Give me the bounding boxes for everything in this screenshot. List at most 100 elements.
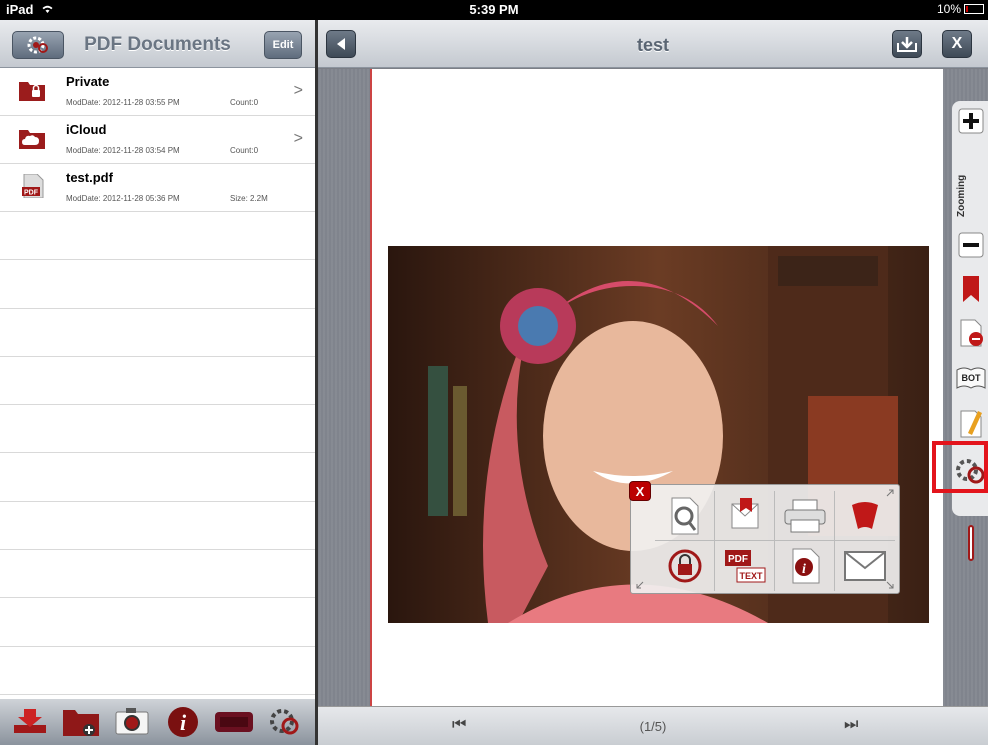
list-item-test-pdf[interactable]: PDF test.pdf ModDate: 2012-11-28 05:36 P… — [0, 164, 315, 212]
bookmark-button[interactable] — [954, 272, 988, 306]
bookmark-open-button[interactable] — [835, 491, 895, 541]
popup-grid: PDF TEXT i — [655, 491, 895, 591]
pdf-file-icon: PDF — [22, 174, 44, 198]
gear-icon — [270, 709, 299, 735]
search-icon — [671, 497, 698, 534]
document-area — [318, 69, 988, 706]
save-button[interactable] — [892, 30, 922, 58]
edit-button[interactable]: Edit — [264, 31, 302, 59]
import-button[interactable] — [8, 704, 52, 740]
status-bar: iPad 5:39 PM 10% — [0, 0, 988, 20]
viewer-navbar: test X — [318, 20, 988, 68]
bookmark-mail-icon — [731, 497, 758, 528]
file-date: ModDate: 2012-11-28 05:36 PM — [66, 194, 180, 203]
file-name: iCloud — [66, 122, 107, 137]
annotation-button[interactable] — [954, 316, 988, 350]
pdf-label: PDF — [728, 554, 748, 565]
battery-indicator: 10% — [937, 2, 984, 16]
print-icon — [784, 499, 825, 532]
camera-icon — [115, 708, 149, 735]
viewer-panel: test X Zooming BOT ⏮ (1/5) ⏭ — [318, 20, 988, 745]
cloud-folder-icon — [19, 130, 45, 149]
info-popup-button[interactable]: i — [775, 541, 835, 591]
file-size: Size: 2.2M — [230, 194, 268, 203]
zoom-in-button[interactable] — [954, 104, 988, 138]
zoom-label: Zooming — [956, 174, 967, 218]
empty-row — [0, 647, 315, 695]
email-icon — [844, 551, 886, 581]
file-name: test.pdf — [66, 170, 113, 185]
svg-text:i: i — [802, 562, 806, 577]
file-count: Count:0 — [230, 98, 259, 107]
empty-row — [0, 598, 315, 647]
pdf-to-text-icon: PDF TEXT — [724, 550, 765, 583]
settings-tab-button[interactable] — [263, 704, 307, 740]
new-folder-icon — [62, 710, 99, 736]
left-toolbar: i — [0, 699, 315, 745]
bot-label: BOT — [962, 373, 982, 383]
keyboard-icon — [215, 712, 254, 732]
left-navbar: PDF Documents Edit — [0, 20, 315, 68]
lock-button[interactable] — [655, 541, 715, 591]
side-toolbar: Zooming BOT — [942, 76, 988, 666]
tools-popup-menu: X PDF TEXT i — [629, 481, 900, 594]
note-icon — [960, 319, 983, 347]
pdf-to-text-button[interactable]: PDF TEXT — [715, 541, 775, 591]
file-list: Private ModDate: 2012-11-28 03:55 PM Cou… — [0, 68, 315, 695]
empty-row — [0, 405, 315, 454]
edit-pencil-button[interactable] — [954, 406, 988, 440]
list-item-icloud[interactable]: iCloud ModDate: 2012-11-28 03:54 PM Coun… — [0, 116, 315, 164]
list-item-private[interactable]: Private ModDate: 2012-11-28 03:55 PM Cou… — [0, 68, 315, 116]
print-button[interactable] — [775, 491, 835, 541]
locked-folder-icon — [19, 82, 45, 101]
search-button[interactable] — [655, 491, 715, 541]
info-icon: i — [168, 707, 199, 737]
document-title: test — [636, 35, 669, 55]
empty-row — [0, 453, 315, 502]
file-count: Count:0 — [230, 146, 259, 155]
status-time: 5:39 PM — [469, 2, 519, 17]
pencil-icon — [960, 410, 982, 438]
popup-close-button[interactable]: X — [629, 481, 651, 501]
info-button[interactable]: i — [161, 704, 205, 740]
close-button[interactable]: X — [942, 30, 972, 58]
last-page-button[interactable]: ⏭ — [844, 716, 858, 734]
email-button[interactable] — [835, 541, 895, 591]
svg-text:i: i — [180, 710, 187, 735]
battery-icon — [964, 4, 984, 14]
lock-icon — [668, 549, 701, 583]
empty-row — [0, 550, 315, 599]
resize-corner-icon — [636, 581, 644, 589]
svg-text:PDF: PDF — [24, 190, 39, 197]
file-date: ModDate: 2012-11-28 03:54 PM — [66, 146, 180, 155]
zoom-out-button[interactable] — [954, 228, 988, 262]
empty-row — [0, 212, 315, 261]
empty-row — [0, 357, 315, 406]
empty-row — [0, 502, 315, 551]
plus-icon — [958, 108, 984, 134]
keyboard-button[interactable] — [212, 704, 256, 740]
pdf-page[interactable] — [370, 69, 943, 706]
camera-button[interactable] — [110, 704, 154, 740]
highlight-box — [932, 441, 988, 493]
bot-button[interactable]: BOT — [954, 361, 988, 395]
empty-row — [0, 260, 315, 309]
page-navigation-bar: ⏮ (1/5) ⏭ — [318, 706, 988, 745]
document-list-panel: PDF Documents Edit Private ModDate: 2012… — [0, 20, 315, 745]
book-icon: BOT — [956, 367, 986, 389]
file-name: Private — [66, 74, 110, 89]
file-date: ModDate: 2012-11-28 03:55 PM — [66, 98, 180, 107]
page-indicator: (1/5) — [639, 719, 667, 734]
download-tray-icon — [897, 37, 917, 52]
import-icon — [13, 709, 46, 733]
bookmark-icon — [852, 501, 878, 529]
bookmark-icon — [963, 276, 979, 302]
new-folder-button[interactable] — [59, 704, 103, 740]
scroll-handle[interactable] — [954, 525, 988, 561]
bookmark-mail-button[interactable] — [715, 491, 775, 541]
empty-row — [0, 309, 315, 357]
text-label: TEXT — [739, 571, 763, 581]
chevron-right-icon: > — [293, 82, 303, 99]
scroll-handle-bar — [968, 525, 974, 561]
chevron-right-icon: > — [293, 130, 303, 147]
